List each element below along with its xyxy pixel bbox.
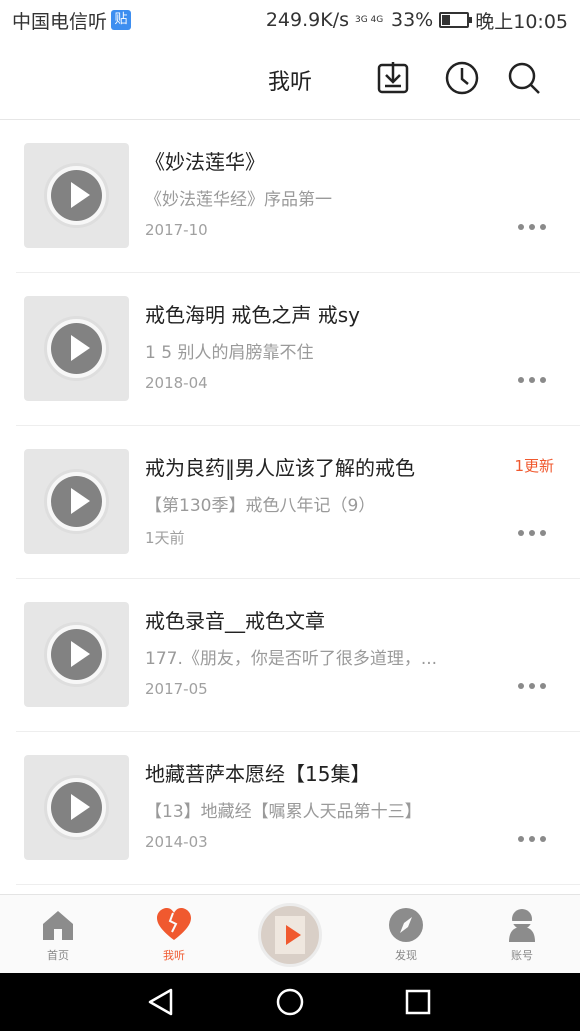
item-subtitle: 1 5 别人的肩膀靠不住 [145, 343, 314, 363]
network-type: 3G 4G [355, 14, 384, 25]
search-icon[interactable] [506, 60, 542, 96]
play-icon [71, 488, 90, 514]
tab-account[interactable]: 账号 [482, 907, 562, 963]
item-title: 《妙法莲华》 [145, 150, 265, 174]
more-icon[interactable] [518, 224, 546, 230]
tab-discover[interactable]: 发现 [366, 907, 446, 963]
play-icon [71, 182, 90, 208]
now-playing-button[interactable] [258, 903, 322, 967]
system-nav-bar [0, 973, 580, 1031]
more-icon[interactable] [518, 530, 546, 536]
list-item[interactable]: 《妙法莲华》 《妙法莲华经》序品第一 2017-10 [0, 120, 580, 273]
item-date: 2018-04 [145, 374, 208, 392]
header: 我听 [0, 40, 580, 120]
play-icon [71, 335, 90, 361]
item-subtitle: 【13】地藏经【嘱累人天品第十三】 [145, 802, 422, 822]
account-icon [509, 909, 535, 942]
item-title: 戒色海明 戒色之声 戒sy [145, 303, 360, 327]
album-thumbnail[interactable] [24, 449, 129, 554]
history-icon[interactable] [444, 60, 480, 96]
item-title: 戒色录音__戒色文章 [145, 609, 325, 633]
item-date: 2014-03 [145, 833, 208, 851]
battery-percent: 33% [391, 9, 434, 31]
album-thumbnail[interactable] [24, 602, 129, 707]
list-item[interactable]: 戒为良药‖男人应该了解的戒色 【第130季】戒色八年记（9） 1天前 1更新 [0, 426, 580, 579]
download-icon[interactable] [375, 60, 411, 96]
update-badge: 1更新 [514, 457, 554, 475]
status-bar: 中国电信听 贴 249.9K/s 3G 4G 33% 晚上10:05 [0, 0, 580, 40]
item-subtitle: 177.《朋友，你是否听了很多道理，... [145, 649, 438, 669]
battery-icon [439, 12, 473, 28]
album-thumbnail[interactable] [24, 296, 129, 401]
home-nav-icon[interactable] [274, 986, 306, 1018]
bottom-tab-bar: 首页 我听 发现 账号 [0, 894, 580, 973]
status-right: 249.9K/s 3G 4G 33% 晚上10:05 [266, 7, 568, 34]
play-icon [71, 794, 90, 820]
tab-account-label: 账号 [511, 949, 533, 962]
item-date: 1天前 [145, 529, 185, 547]
clock: 晚上10:05 [475, 10, 568, 33]
network-speed: 249.9K/s [265, 9, 349, 31]
item-subtitle: 《妙法莲华经》序品第一 [145, 190, 332, 210]
status-left: 中国电信听 贴 [12, 7, 132, 34]
item-subtitle: 【第130季】戒色八年记（9） [145, 496, 376, 516]
item-date: 2017-10 [145, 221, 208, 239]
tab-home[interactable]: 首页 [18, 907, 98, 963]
home-icon [43, 911, 73, 940]
carrier-name: 中国电信听 [12, 10, 108, 33]
compass-icon [389, 908, 423, 942]
more-icon[interactable] [518, 836, 546, 842]
battery-fill [442, 15, 451, 25]
play-icon [71, 641, 90, 667]
back-icon[interactable] [145, 986, 177, 1018]
item-title: 戒为良药‖男人应该了解的戒色 [145, 456, 415, 480]
album-thumbnail[interactable] [24, 755, 129, 860]
list-item[interactable]: 戒色海明 戒色之声 戒sy 1 5 别人的肩膀靠不住 2018-04 [0, 273, 580, 426]
list-item[interactable]: 地藏菩萨本愿经【15集】 【13】地藏经【嘱累人天品第十三】 2014-03 [0, 732, 580, 885]
tab-home-label: 首页 [47, 949, 69, 962]
recent-apps-icon[interactable] [402, 986, 434, 1018]
tab-discover-label: 发现 [395, 949, 417, 962]
tab-mine-label: 我听 [163, 949, 185, 962]
heart-icon [157, 908, 191, 940]
more-icon[interactable] [518, 377, 546, 383]
list-item[interactable]: 戒色录音__戒色文章 177.《朋友，你是否听了很多道理，... 2017-05 [0, 579, 580, 732]
subscription-list: 《妙法莲华》 《妙法莲华经》序品第一 2017-10 戒色海明 戒色之声 戒sy… [0, 120, 580, 885]
album-thumbnail[interactable] [24, 143, 129, 248]
item-title: 地藏菩萨本愿经【15集】 [145, 762, 371, 786]
page-title: 我听 [267, 70, 312, 95]
more-icon[interactable] [518, 683, 546, 689]
tab-mine[interactable]: 我听 [134, 907, 214, 963]
item-date: 2017-05 [145, 680, 208, 698]
carrier-badge-icon: 贴 [111, 10, 132, 30]
play-icon [286, 925, 301, 945]
